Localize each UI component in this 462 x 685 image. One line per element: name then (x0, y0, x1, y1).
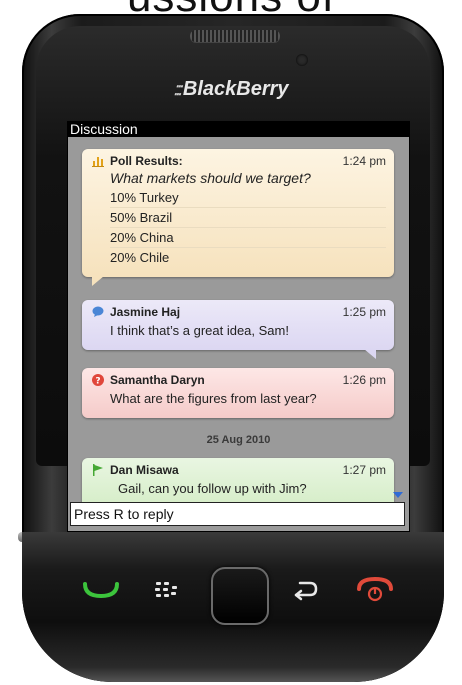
poll-option: 20% Chile (110, 247, 386, 267)
poll-question: What markets should we target? (110, 170, 311, 186)
menu-button[interactable] (142, 570, 192, 610)
svg-text:?: ? (95, 377, 100, 387)
end-call-button[interactable] (350, 570, 400, 610)
poll-time: 1:24 pm (342, 154, 386, 168)
poll-header: Poll Results: 1:24 pm (92, 153, 386, 169)
device-screen: Discussion Poll Results: 1:24 pm What ma… (67, 121, 410, 532)
message-time: 1:27 pm (342, 463, 386, 477)
blackberry-menu-icon (155, 582, 177, 597)
message-header: Dan Misawa 1:27 pm (92, 462, 386, 478)
message-bubble[interactable]: ? Samantha Daryn 1:26 pm What are the fi… (82, 368, 394, 418)
poll-option: 10% Turkey (110, 190, 179, 205)
end-call-icon (357, 576, 393, 602)
sender-name: Dan Misawa (110, 463, 179, 477)
message-text: I think that’s a great idea, Sam! (110, 323, 289, 338)
back-button[interactable] (280, 570, 330, 610)
message-text: Gail, can you follow up with Jim? (118, 481, 307, 496)
message-bubble[interactable]: Jasmine Haj 1:25 pm I think that’s a gre… (82, 300, 394, 359)
bubble-tail (364, 349, 376, 359)
brand-logo: ⁚⁚⁚ BlackBerry (0, 78, 462, 101)
sender-name: Jasmine Haj (110, 305, 181, 319)
trackpad[interactable] (211, 567, 269, 625)
scroll-down-icon[interactable] (393, 492, 403, 498)
sender-name: Samantha Daryn (110, 373, 205, 387)
date-separator: 25 Aug 2010 (206, 434, 271, 446)
poll-option: 50% Brazil (110, 207, 386, 227)
screen-title: Discussion (68, 122, 409, 137)
bubble-tail (92, 276, 104, 286)
keypad-area (22, 532, 444, 682)
message-bubble[interactable]: Dan Misawa 1:27 pm Gail, can you follow … (82, 458, 394, 508)
message-time: 1:26 pm (342, 373, 386, 387)
light-sensor (296, 54, 308, 66)
call-icon (83, 582, 119, 599)
message-header: ? Samantha Daryn 1:26 pm (92, 372, 386, 388)
poll-option: 20% China (110, 227, 386, 247)
chat-bubble-icon (92, 306, 104, 317)
message-time: 1:25 pm (342, 305, 386, 319)
poll-message[interactable]: Poll Results: 1:24 pm What markets shoul… (82, 149, 394, 286)
reply-prompt[interactable]: Press R to reply (70, 502, 405, 526)
message-header: Jasmine Haj 1:25 pm (92, 304, 386, 320)
poll-title: Poll Results: (110, 154, 183, 168)
brand-name: BlackBerry (182, 78, 289, 100)
flag-icon (93, 464, 103, 476)
question-icon: ? (92, 374, 104, 386)
earpiece-speaker (190, 30, 280, 42)
call-button[interactable] (76, 570, 126, 610)
poll-chart-icon (92, 157, 104, 167)
message-text: What are the figures from last year? (110, 391, 317, 406)
back-icon (294, 581, 318, 601)
blackberry-logo-icon: ⁚⁚⁚ (173, 83, 182, 98)
